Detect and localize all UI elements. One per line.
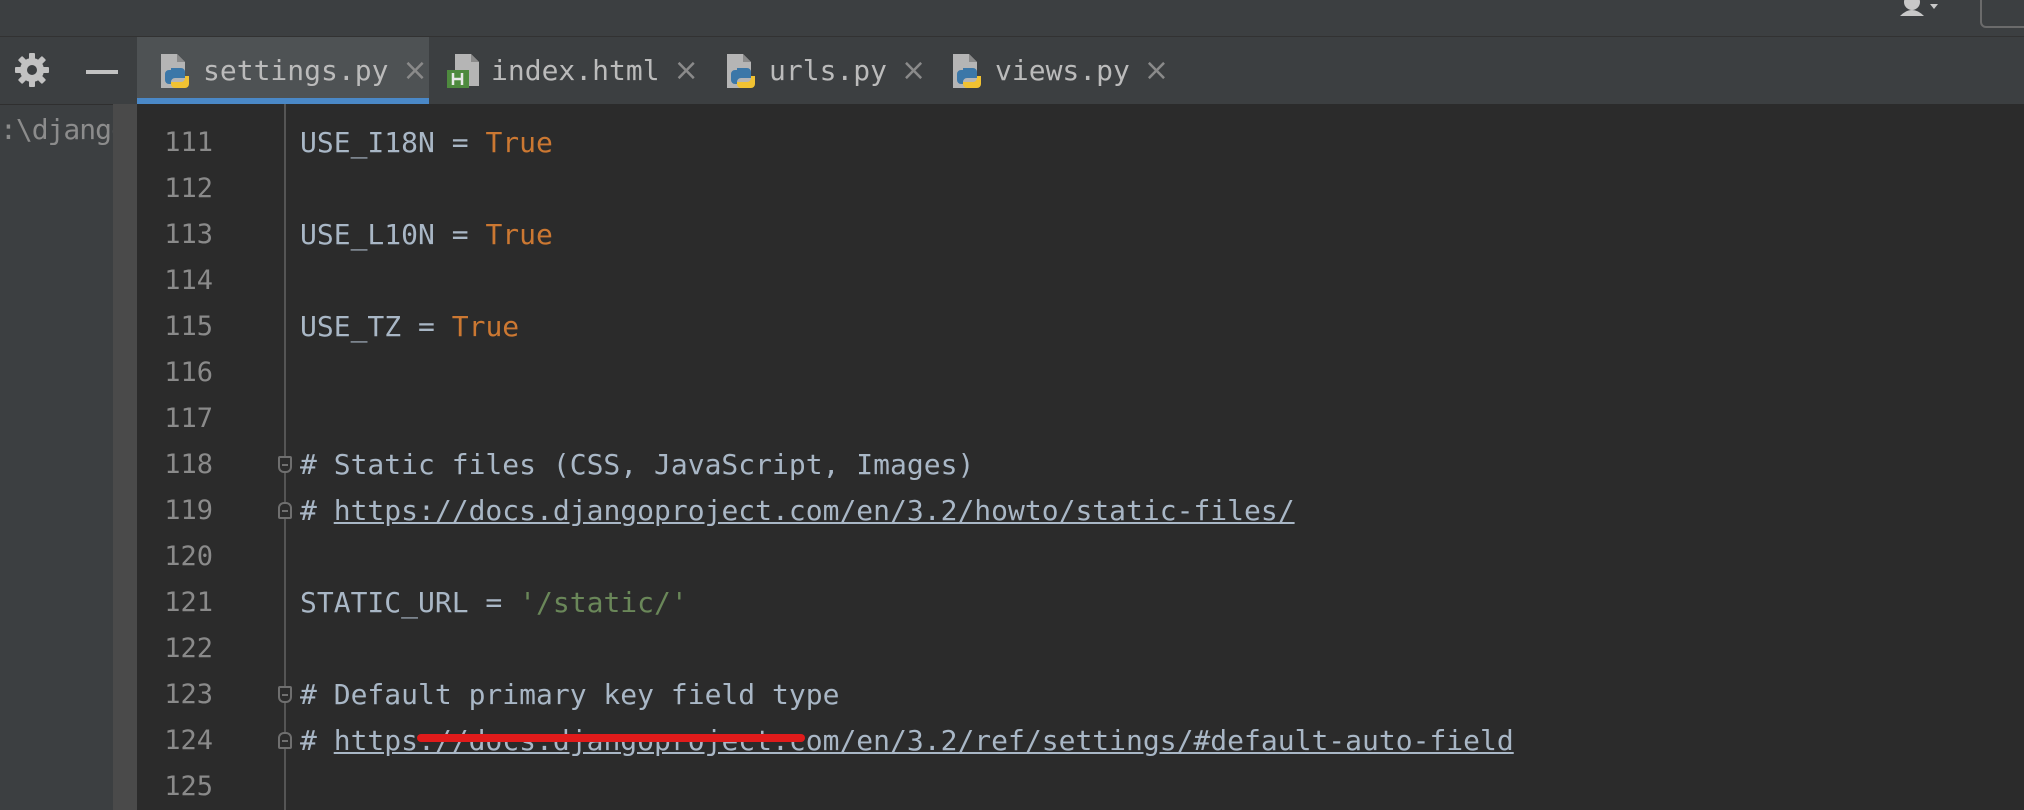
tab-index-html[interactable]: index.html × [445, 37, 699, 104]
line-number: 124 [164, 725, 213, 756]
code-editor[interactable]: 111 USE_I18N = True 112 113 USE_L10N = T… [137, 104, 2024, 810]
tab-settings-py[interactable]: settings.py × [137, 37, 429, 104]
line-number: 118 [164, 449, 213, 480]
line-number: 120 [164, 541, 213, 572]
operator: = [434, 126, 486, 159]
code-line[interactable]: 118 # Static files (CSS, JavaScript, Ima… [137, 442, 2024, 488]
tab-label: views.py [995, 54, 1130, 87]
identifier: STATIC_URL [300, 586, 469, 619]
operator: = [434, 218, 486, 251]
code-line[interactable]: 116 [137, 350, 2024, 396]
toolbar-widget[interactable] [1980, 0, 2024, 28]
fold-marker-icon[interactable] [278, 502, 292, 519]
code-text: USE_L10N = True [300, 212, 553, 258]
project-panel [0, 37, 113, 810]
title-bar [0, 0, 2024, 37]
line-number: 117 [164, 403, 213, 434]
fold-marker-icon[interactable] [278, 456, 292, 473]
comment-link[interactable]: https://docs.djangoproject.com/en/3.2/ho… [334, 494, 1295, 527]
keyword-true: True [485, 126, 553, 159]
close-tab-icon[interactable]: × [402, 53, 427, 88]
line-number: 113 [164, 219, 213, 250]
python-file-icon [953, 53, 981, 88]
code-line[interactable]: 111 USE_I18N = True [137, 120, 2024, 166]
line-number: 119 [164, 495, 213, 526]
user-account-icon[interactable] [1898, 0, 1942, 16]
code-line[interactable]: 122 [137, 626, 2024, 672]
panel-splitter[interactable] [113, 104, 137, 810]
identifier: USE_TZ [300, 310, 402, 343]
code-line[interactable]: 119 # https://docs.djangoproject.com/en/… [137, 488, 2024, 534]
code-text: USE_I18N = True [300, 120, 553, 166]
gear-icon[interactable] [14, 52, 50, 88]
close-tab-icon[interactable]: × [674, 53, 699, 88]
comment-hash: # [300, 494, 334, 527]
line-number: 114 [164, 265, 213, 296]
operator: = [401, 310, 452, 343]
code-line[interactable]: 125 [137, 764, 2024, 810]
code-line[interactable]: 121 STATIC_URL = '/static/' [137, 580, 2024, 626]
code-text: USE_TZ = True [300, 304, 519, 350]
comment: # Default primary key field type [300, 678, 840, 711]
string-literal: '/static/' [519, 586, 688, 619]
code-line[interactable]: 112 [137, 166, 2024, 212]
tab-label: index.html [491, 54, 660, 87]
html-file-icon [447, 53, 479, 88]
red-annotation-underline [417, 734, 805, 742]
keyword-true: True [451, 310, 520, 343]
fold-marker-icon[interactable] [278, 686, 292, 703]
code-text: STATIC_URL = '/static/' [300, 580, 688, 626]
tab-views-py[interactable]: views.py × [949, 37, 1169, 104]
code-line[interactable]: 123 # Default primary key field type [137, 672, 2024, 718]
fold-marker-icon[interactable] [278, 732, 292, 749]
tab-label: settings.py [203, 54, 389, 87]
line-number: 116 [164, 357, 213, 388]
tab-urls-py[interactable]: urls.py × [723, 37, 926, 104]
line-number: 122 [164, 633, 213, 664]
code-line[interactable]: 114 [137, 258, 2024, 304]
python-file-icon [161, 53, 189, 88]
editor-tab-bar: settings.py × index.html × urls.py × vie… [137, 37, 2024, 105]
project-panel-toolbar [0, 37, 137, 105]
line-number: 112 [164, 173, 213, 204]
tab-label: urls.py [769, 54, 888, 87]
minimize-icon[interactable] [86, 70, 118, 74]
code-line[interactable]: 115 USE_TZ = True [137, 304, 2024, 350]
identifier: USE_L10N [300, 218, 435, 251]
comment: # Static files (CSS, JavaScript, Images) [300, 448, 975, 481]
line-number: 123 [164, 679, 213, 710]
line-number: 115 [164, 311, 213, 342]
operator: = [468, 586, 520, 619]
close-tab-icon[interactable]: × [1144, 53, 1169, 88]
close-tab-icon[interactable]: × [901, 53, 926, 88]
line-number: 111 [164, 127, 213, 158]
code-line[interactable]: 120 [137, 534, 2024, 580]
line-number: 121 [164, 587, 213, 618]
code-line[interactable]: 117 [137, 396, 2024, 442]
line-number: 125 [164, 771, 213, 802]
python-file-icon [727, 53, 755, 88]
comment: # https://docs.djangoproject.com/en/3.2/… [300, 488, 1295, 534]
comment-hash: # [300, 724, 334, 757]
keyword-true: True [485, 218, 553, 251]
identifier: USE_I18N [300, 126, 435, 159]
code-line[interactable]: 113 USE_L10N = True [137, 212, 2024, 258]
